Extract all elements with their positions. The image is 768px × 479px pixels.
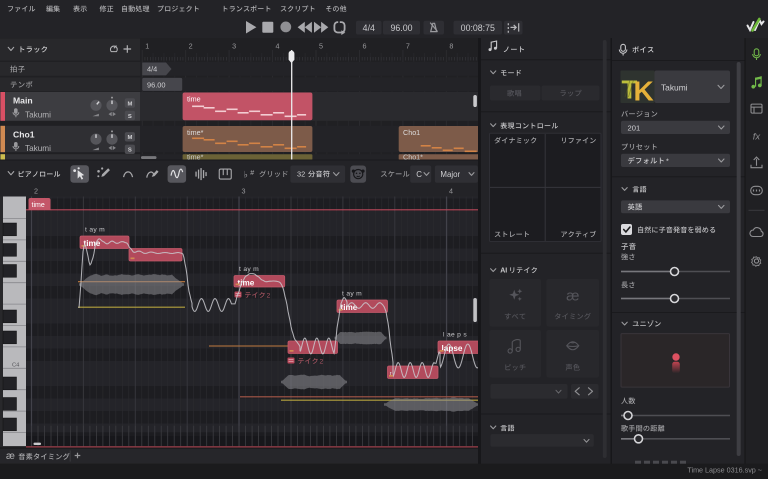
svg-text:201: 201 — [628, 124, 641, 133]
svg-text:C4: C4 — [12, 363, 20, 369]
svg-text:time: time — [32, 202, 45, 209]
svg-text:2: 2 — [189, 42, 193, 51]
svg-text:2: 2 — [320, 359, 324, 366]
svg-text:C: C — [416, 170, 422, 179]
svg-text:8: 8 — [449, 42, 453, 51]
svg-text:l ae p s: l ae p s — [443, 332, 467, 339]
svg-text:Cho1: Cho1 — [403, 128, 420, 137]
svg-text:2: 2 — [267, 293, 271, 300]
svg-text:Main: Main — [13, 96, 33, 106]
svg-text:Takumi: Takumi — [25, 110, 51, 119]
svg-text:S: S — [128, 114, 132, 120]
svg-text:32: 32 — [297, 170, 305, 179]
svg-text:6: 6 — [362, 42, 366, 51]
svg-text:Cho1: Cho1 — [13, 129, 35, 139]
svg-text:t ay m: t ay m — [85, 227, 105, 234]
svg-text:3: 3 — [232, 42, 236, 51]
svg-text:Major: Major — [440, 170, 460, 179]
svg-text:time: time — [187, 95, 201, 104]
svg-text:1: 1 — [145, 42, 149, 51]
svg-text:t ay m: t ay m — [239, 266, 259, 273]
svg-text:time*: time* — [187, 128, 204, 137]
svg-text:æ: æ — [566, 287, 579, 304]
svg-text:#: # — [250, 170, 254, 177]
svg-text:4: 4 — [449, 186, 453, 195]
svg-text:5: 5 — [319, 42, 323, 51]
svg-text:3: 3 — [242, 186, 246, 195]
svg-text:2: 2 — [34, 186, 38, 195]
svg-text:00:08:75: 00:08:75 — [461, 23, 495, 33]
svg-text:96.00: 96.00 — [390, 23, 412, 33]
svg-text:M: M — [127, 135, 132, 141]
svg-text:Takumi: Takumi — [661, 83, 688, 93]
svg-text:t ay m: t ay m — [342, 291, 362, 298]
svg-text:4: 4 — [276, 42, 280, 51]
svg-text:Takumi: Takumi — [25, 144, 51, 153]
svg-text:AI: AI — [500, 268, 507, 275]
svg-text:r: r — [390, 371, 392, 377]
svg-text:96.00: 96.00 — [147, 80, 166, 89]
svg-text:M: M — [127, 101, 132, 107]
svg-text:*: * — [666, 156, 669, 165]
svg-text:fx: fx — [753, 131, 762, 142]
svg-text:Time Lapse 0316.svp ~: Time Lapse 0316.svp ~ — [687, 466, 762, 475]
svg-text:4/4: 4/4 — [147, 65, 157, 74]
svg-text:K: K — [634, 76, 654, 107]
svg-text:7: 7 — [406, 42, 410, 51]
svg-text:æ: æ — [6, 451, 15, 462]
svg-text:S: S — [128, 148, 132, 154]
svg-text:♭: ♭ — [244, 170, 248, 180]
svg-text:4/4: 4/4 — [363, 23, 375, 33]
